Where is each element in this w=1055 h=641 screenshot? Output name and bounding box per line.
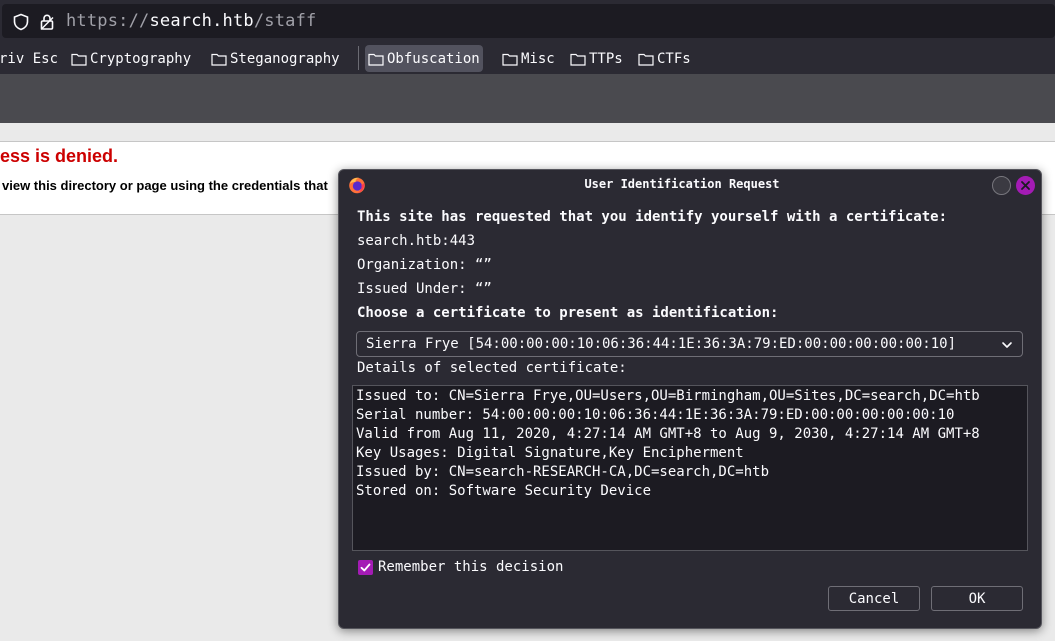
folder-icon (502, 53, 518, 66)
folder-icon (71, 53, 87, 66)
detail-stored-on: Stored on: Software Security Device (356, 483, 652, 499)
url-path: /staff (253, 11, 317, 31)
bookmark-obfuscation[interactable]: Obfuscation (365, 45, 483, 72)
url-bar-area: https://search.htb/staff (0, 0, 1055, 42)
bookmark-label: riv Esc (0, 50, 59, 67)
dialog-titlebar[interactable]: User Identification Request (339, 170, 1041, 200)
bookmark-label: Steganography (230, 50, 340, 67)
bookmark-separator (358, 46, 359, 70)
detail-issued-to: Issued to: CN=Sierra Frye,OU=Users,OU=Bi… (356, 388, 980, 404)
folder-icon (211, 53, 227, 66)
url-host: search.htb (149, 11, 254, 31)
bookmark-steganography[interactable]: Steganography (208, 45, 343, 72)
dialog-intro: This site has requested that you identif… (357, 209, 948, 225)
remember-decision[interactable]: Remember this decision (358, 558, 563, 576)
bookmark-priv-esc[interactable]: riv Esc (0, 45, 61, 72)
choose-certificate-label: Choose a certificate to present as ident… (357, 305, 779, 321)
bookmarks-toolbar: riv Esc Cryptography Steganography Obfus… (0, 42, 1055, 74)
user-identification-dialog: User Identification Request This site ha… (338, 169, 1042, 629)
bookmark-ttps[interactable]: TTPs (567, 45, 626, 72)
close-button[interactable] (1016, 176, 1035, 195)
certificate-details-box[interactable]: Issued to: CN=Sierra Frye,OU=Users,OU=Bi… (352, 385, 1028, 551)
bookmark-label: CTFs (657, 50, 691, 67)
bookmark-label: TTPs (589, 50, 623, 67)
bookmark-label: Obfuscation (387, 50, 480, 67)
certificate-select[interactable]: Sierra Frye [54:00:00:00:10:06:36:44:1E:… (356, 331, 1023, 357)
access-denied-heading: ess is denied. (0, 146, 119, 166)
bookmark-label: Misc (521, 50, 555, 67)
ok-button[interactable]: OK (931, 586, 1023, 611)
detail-validity: Valid from Aug 11, 2020, 4:27:14 AM GMT+… (356, 426, 980, 442)
bookmark-label: Cryptography (90, 50, 192, 67)
details-label: Details of selected certificate: (357, 360, 627, 376)
site-host: search.htb:443 (357, 233, 476, 249)
chevron-down-icon (1002, 342, 1012, 348)
folder-icon (570, 53, 586, 66)
bookmark-misc[interactable]: Misc (499, 45, 558, 72)
checkmark-icon (360, 563, 371, 571)
organization: Organization: “” (357, 257, 492, 273)
shield-icon[interactable] (12, 13, 30, 31)
issued-under: Issued Under: “” (357, 281, 492, 297)
folder-icon (368, 53, 384, 66)
access-denied-message: view this directory or page using the cr… (2, 178, 328, 193)
url-scheme: https:// (66, 11, 150, 31)
bookmark-cryptography[interactable]: Cryptography (68, 45, 194, 72)
detail-serial-number: Serial number: 54:00:00:00:10:06:36:44:1… (356, 407, 955, 423)
folder-icon (638, 53, 654, 66)
minimize-button[interactable] (992, 176, 1011, 195)
remember-checkbox[interactable] (358, 559, 373, 575)
url-text[interactable]: https://search.htb/staff (66, 11, 316, 31)
url-bar[interactable]: https://search.htb/staff (2, 4, 1055, 38)
remember-label: Remember this decision (378, 559, 564, 575)
lock-icon[interactable] (38, 13, 56, 31)
certificate-select-value: Sierra Frye [54:00:00:00:10:06:36:44:1E:… (366, 336, 957, 352)
close-icon (1021, 181, 1030, 190)
dialog-title: User Identification Request (584, 177, 780, 191)
bookmark-ctfs[interactable]: CTFs (635, 45, 694, 72)
detail-key-usages: Key Usages: Digital Signature,Key Enciph… (356, 445, 744, 461)
cancel-button[interactable]: Cancel (828, 586, 920, 611)
detail-issued-by: Issued by: CN=search-RESEARCH-CA,DC=sear… (356, 464, 770, 480)
toolbar-band (0, 74, 1055, 123)
